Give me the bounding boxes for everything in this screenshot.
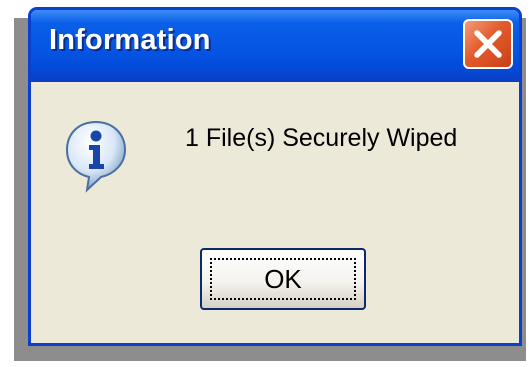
info-icon (63, 118, 129, 194)
dialog-title: Information (49, 24, 211, 56)
close-icon (474, 30, 502, 58)
ok-button[interactable]: OK (200, 248, 366, 310)
close-button[interactable] (463, 19, 513, 69)
dialog-message: 1 File(s) Securely Wiped (185, 124, 458, 152)
title-bar[interactable]: Information (31, 10, 519, 82)
ok-button-label: OK (264, 263, 302, 294)
information-dialog: Information 1 File(s) Securely Wiped OK (28, 7, 522, 346)
